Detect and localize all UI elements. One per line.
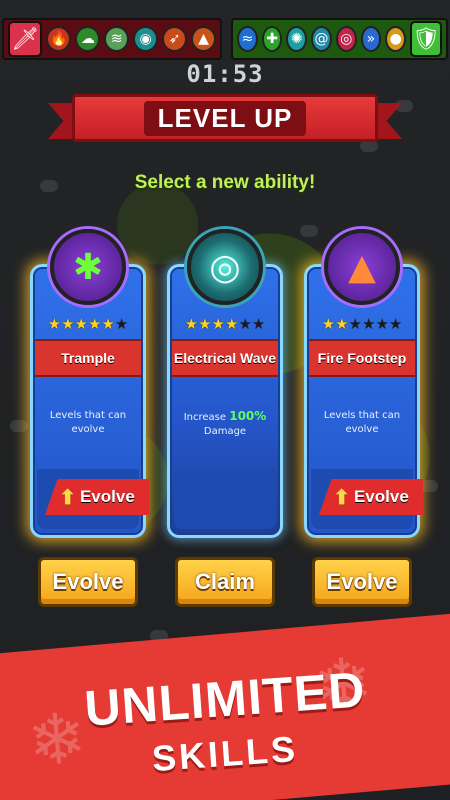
ability-description: Increase 100% Damage [176, 409, 274, 439]
description-prefix: Increase [183, 412, 227, 423]
evolve-tag: ⬆ Evolve [45, 479, 149, 515]
poison-cloud-icon: ☁ [75, 26, 101, 52]
ability-name: Electrical Wave [172, 339, 278, 377]
card-footer [174, 469, 276, 529]
star-rating: ★★★★★★ [184, 315, 266, 333]
evolve-button[interactable]: Evolve [38, 557, 138, 607]
up-arrow-icon: ⬆ [59, 486, 76, 509]
evolve-tag-label: Evolve [79, 487, 135, 506]
tornado-icon: @ [311, 26, 332, 52]
claim-button[interactable]: Claim [175, 557, 275, 607]
boot-icon: ▲ [191, 26, 216, 52]
description-value: 100% [229, 409, 267, 423]
ability-name: Fire Footstep [309, 339, 415, 377]
star-rating: ★★★★★★ [47, 315, 129, 333]
speed-icon: » [360, 26, 382, 52]
ability-card-electrical-wave[interactable]: ◎ ★★★★★★ Electrical Wave Increase 100% D… [167, 229, 283, 538]
heal-cross-icon: ✚ [261, 26, 283, 52]
energy-orb-icon: ◉ [133, 26, 159, 52]
electrical-wave-icon: ◎ [187, 229, 263, 305]
evolve-tag: ⬆ Evolve [319, 479, 423, 515]
shield-icon: 🛡 [410, 21, 442, 57]
target-icon: ◎ [335, 26, 357, 52]
ability-name: Trample [35, 339, 141, 377]
wind-icon: ≋ [104, 26, 130, 52]
description-suffix: Damage [203, 426, 247, 437]
evolve-tag-label: Evolve [353, 487, 409, 506]
star-rating: ★★★★★★ [321, 315, 403, 333]
sword-icon: 🗡 [8, 21, 43, 57]
page-title: LEVEL UP [143, 100, 307, 136]
rocket-icon: ➶ [162, 26, 188, 52]
level-up-banner: LEVEL UP [72, 94, 378, 142]
ability-description: Levels that can evolve [323, 410, 401, 435]
coin-icon: ● [385, 26, 407, 52]
attack-skill-bar: 🗡 🔥 ☁ ≋ ◉ ➶ ▲ [2, 18, 222, 60]
trample-icon: ✱ [50, 229, 126, 305]
burst-icon: ✺ [286, 26, 308, 52]
evolve-button[interactable]: Evolve [312, 557, 412, 607]
fire-icon: 🔥 [46, 26, 72, 52]
fire-footstep-icon: ▲ [324, 229, 400, 305]
select-ability-prompt: Select a new ability! [134, 172, 316, 193]
up-arrow-icon: ⬆ [333, 486, 350, 509]
ability-card-fire-footstep[interactable]: ▲ ★★★★★★ Fire Footstep Levels that can e… [304, 229, 423, 538]
water-icon: ≈ [237, 26, 258, 52]
ability-card-trample[interactable]: ✱ ★★★★★★ Trample Levels that can evolve … [30, 229, 149, 538]
ability-description: Levels that can evolve [49, 410, 127, 435]
match-timer: 01:53 [186, 60, 264, 88]
defense-skill-bar: ≈ ✚ ✺ @ ◎ » ● 🛡 [231, 18, 448, 60]
